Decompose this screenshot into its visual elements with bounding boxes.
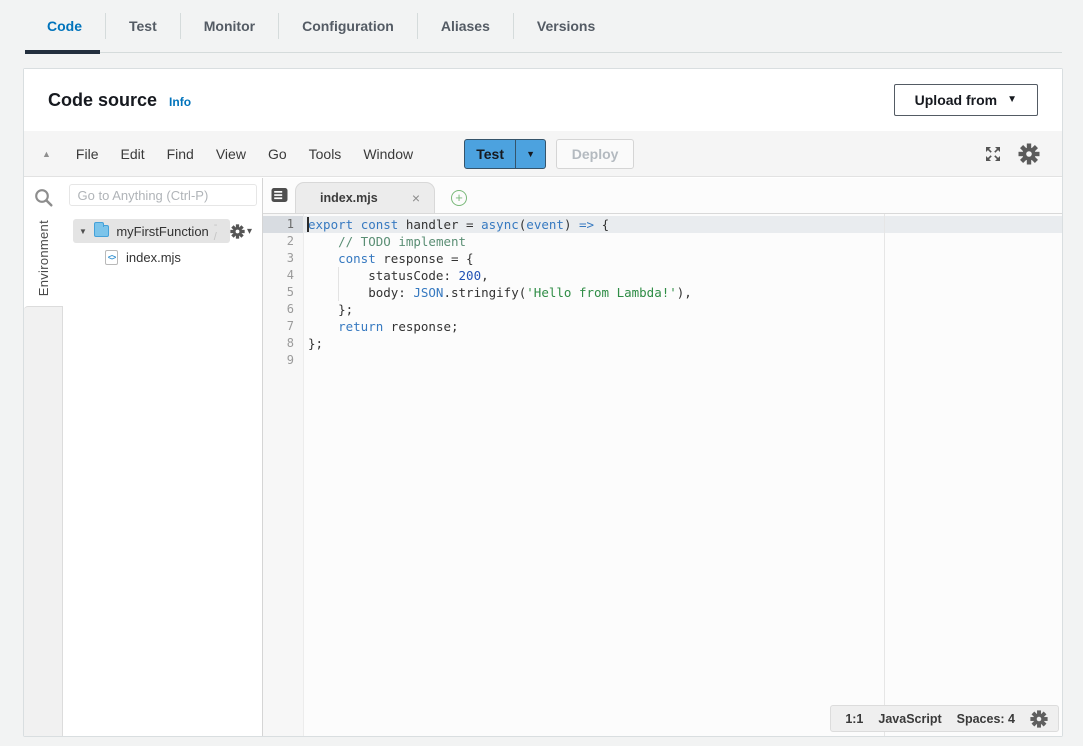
menu-edit[interactable]: Edit	[109, 146, 155, 162]
upload-from-label: Upload from	[915, 92, 997, 108]
code-editor[interactable]: 123456789 export const handler = async(e…	[263, 214, 1062, 736]
line-number[interactable]: 3	[263, 250, 303, 267]
left-strip-filler	[24, 306, 63, 736]
line-number[interactable]: 1	[263, 216, 303, 233]
test-split-button: Test ▼	[464, 139, 546, 169]
goto-anything-input[interactable]	[69, 184, 257, 206]
print-margin-line	[884, 214, 885, 736]
line-number[interactable]: 8	[263, 335, 303, 352]
close-tab-icon[interactable]: ×	[408, 190, 424, 206]
menu-window[interactable]: Window	[352, 146, 424, 162]
chevron-down-icon: ▼	[1007, 95, 1017, 105]
line-number[interactable]: 4	[263, 267, 303, 284]
editor-tab-indexmjs[interactable]: index.mjs ×	[295, 182, 435, 213]
menu-view[interactable]: View	[205, 146, 257, 162]
tab-list-icon[interactable]	[271, 187, 288, 208]
text-cursor	[307, 217, 309, 232]
function-nav-tabs: Code Test Monitor Configuration Aliases …	[0, 0, 1083, 52]
search-icon[interactable]	[24, 178, 63, 208]
upload-from-button[interactable]: Upload from ▼	[894, 84, 1038, 116]
active-tab-underline	[25, 50, 100, 54]
folder-icon	[94, 225, 109, 237]
tree-file-row[interactable]: <> index.mjs	[63, 245, 262, 269]
code-line[interactable]: const response = {	[308, 250, 692, 267]
status-gear-icon[interactable]	[1030, 710, 1048, 728]
code-source-header: Code source Info Upload from ▼	[24, 69, 1062, 131]
editor-tab-strip: index.mjs × +	[263, 178, 1062, 214]
folder-path-suffix: - /	[214, 219, 222, 243]
collapse-menubar-icon[interactable]: ▲	[42, 149, 51, 159]
environment-label: Environment	[36, 220, 51, 296]
tree-folder-row[interactable]: ▼ myFirstFunction - /	[63, 219, 262, 243]
deploy-button[interactable]: Deploy	[556, 139, 634, 169]
nav-divider	[25, 52, 1062, 53]
code-line[interactable]: };	[308, 335, 692, 352]
code-line[interactable]: return response;	[308, 318, 692, 335]
file-name: index.mjs	[126, 250, 181, 265]
menu-file[interactable]: File	[65, 146, 110, 162]
tree-folder-selection: ▼ myFirstFunction - /	[73, 219, 230, 243]
tab-aliases[interactable]: Aliases	[418, 0, 513, 52]
ide-left-strip: Environment	[24, 178, 63, 736]
tab-versions[interactable]: Versions	[514, 0, 618, 52]
test-dropdown-button[interactable]: ▼	[516, 139, 546, 169]
gear-caret-icon: ▾	[247, 226, 252, 237]
folder-name: myFirstFunction	[116, 224, 208, 239]
test-button[interactable]: Test	[464, 139, 516, 169]
cursor-position[interactable]: 1:1	[845, 712, 863, 726]
editor-status-bar: 1:1 JavaScript Spaces: 4	[830, 705, 1059, 732]
ide-menubar: ▲ File Edit Find View Go Tools Window Te…	[24, 131, 1062, 177]
code-line[interactable]: statusCode: 200,	[308, 267, 692, 284]
line-number[interactable]: 5	[263, 284, 303, 301]
tree-settings-gear-icon[interactable]: ▾	[230, 224, 252, 239]
tab-test[interactable]: Test	[106, 0, 180, 52]
editor-tab-title: index.mjs	[320, 191, 408, 205]
panel-title: Code source	[48, 90, 157, 111]
new-tab-icon[interactable]: +	[451, 190, 467, 206]
toolbar-right-icons	[984, 143, 1044, 165]
menu-find[interactable]: Find	[156, 146, 205, 162]
line-number[interactable]: 2	[263, 233, 303, 250]
editor-column: index.mjs × + 123456789 export const han…	[263, 178, 1062, 736]
code-line[interactable]: };	[308, 301, 692, 318]
file-tree-panel: ▼ myFirstFunction - /	[63, 178, 263, 736]
code-source-panel: Code source Info Upload from ▼ ▲ File Ed…	[23, 68, 1063, 737]
tab-code[interactable]: Code	[24, 0, 105, 52]
line-number[interactable]: 9	[263, 352, 303, 369]
line-number[interactable]: 6	[263, 301, 303, 318]
indentation-setting[interactable]: Spaces: 4	[957, 712, 1015, 726]
code-line[interactable]: // TODO implement	[308, 233, 692, 250]
language-mode[interactable]: JavaScript	[878, 712, 941, 726]
tab-configuration[interactable]: Configuration	[279, 0, 417, 52]
ide-body: Environment ▼ myFirstFunction - /	[24, 178, 1062, 736]
fullscreen-icon[interactable]	[984, 145, 1002, 163]
menu-tools[interactable]: Tools	[298, 146, 353, 162]
code-line[interactable]: export const handler = async(event) => {	[308, 216, 692, 233]
menu-go[interactable]: Go	[257, 146, 298, 162]
environment-tab[interactable]: Environment	[24, 211, 63, 306]
folder-disclosure-icon[interactable]: ▼	[79, 227, 87, 236]
lambda-console-page: Code Test Monitor Configuration Aliases …	[0, 0, 1083, 746]
line-number-gutter[interactable]: 123456789	[263, 214, 304, 736]
line-number[interactable]: 7	[263, 318, 303, 335]
settings-gear-icon[interactable]	[1018, 143, 1040, 165]
tab-monitor[interactable]: Monitor	[181, 0, 278, 52]
code-line[interactable]: body: JSON.stringify('Hello from Lambda!…	[308, 284, 692, 301]
js-file-icon: <>	[105, 250, 118, 265]
code-line[interactable]	[308, 352, 692, 369]
info-link[interactable]: Info	[169, 95, 191, 109]
code-lines: export const handler = async(event) => {…	[308, 216, 692, 369]
